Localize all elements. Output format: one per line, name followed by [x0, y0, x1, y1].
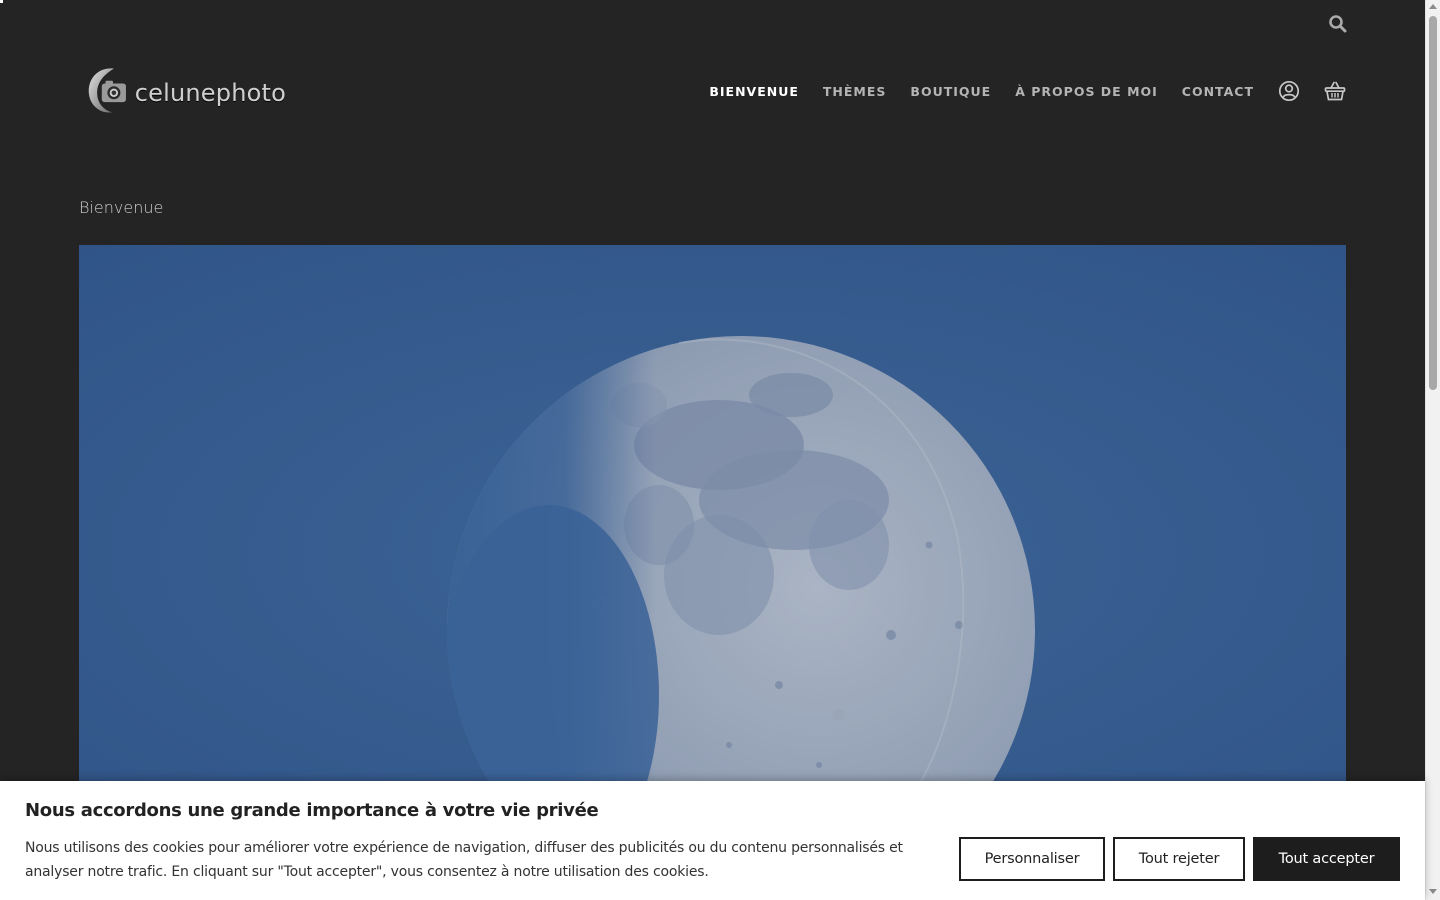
cookie-banner-text: Nous utilisons des cookies pour améliore… [25, 840, 903, 880]
cookie-banner-title: Nous accordons une grande importance à v… [25, 800, 599, 821]
nav-item-bienvenue[interactable]: BIENVENUE [709, 84, 799, 99]
vertical-scrollbar[interactable] [1425, 0, 1440, 900]
window-corner [0, 0, 3, 3]
nav-item-contact[interactable]: CONTACT [1182, 84, 1254, 99]
site-logo[interactable]: celunephoto [86, 62, 286, 118]
nav-item-themes[interactable]: THÈMES [823, 84, 887, 99]
search-icon[interactable] [1328, 14, 1348, 34]
logo-text: celunephoto [134, 79, 286, 107]
accept-all-button[interactable]: Tout accepter [1253, 837, 1400, 881]
reject-all-button[interactable]: Tout rejeter [1113, 837, 1245, 881]
moon-photo [79, 245, 1346, 805]
customize-button[interactable]: Personnaliser [959, 837, 1105, 881]
hero-image [79, 245, 1346, 805]
cookie-banner: Nous accordons une grande importance à v… [0, 781, 1425, 900]
camera-logo-icon [88, 68, 126, 113]
scroll-up-arrow-icon[interactable] [1429, 4, 1437, 9]
nav-item-boutique[interactable]: BOUTIQUE [910, 84, 991, 99]
page-title: Bienvenue [79, 198, 164, 217]
main-nav: BIENVENUE THÈMES BOUTIQUE À PROPOS DE MO… [685, 80, 1346, 102]
nav-item-a-propos[interactable]: À PROPOS DE MOI [1015, 84, 1158, 99]
scroll-thumb[interactable] [1429, 16, 1437, 390]
account-icon[interactable] [1278, 80, 1300, 102]
basket-icon[interactable] [1324, 80, 1346, 102]
scroll-down-arrow-icon[interactable] [1429, 889, 1437, 894]
